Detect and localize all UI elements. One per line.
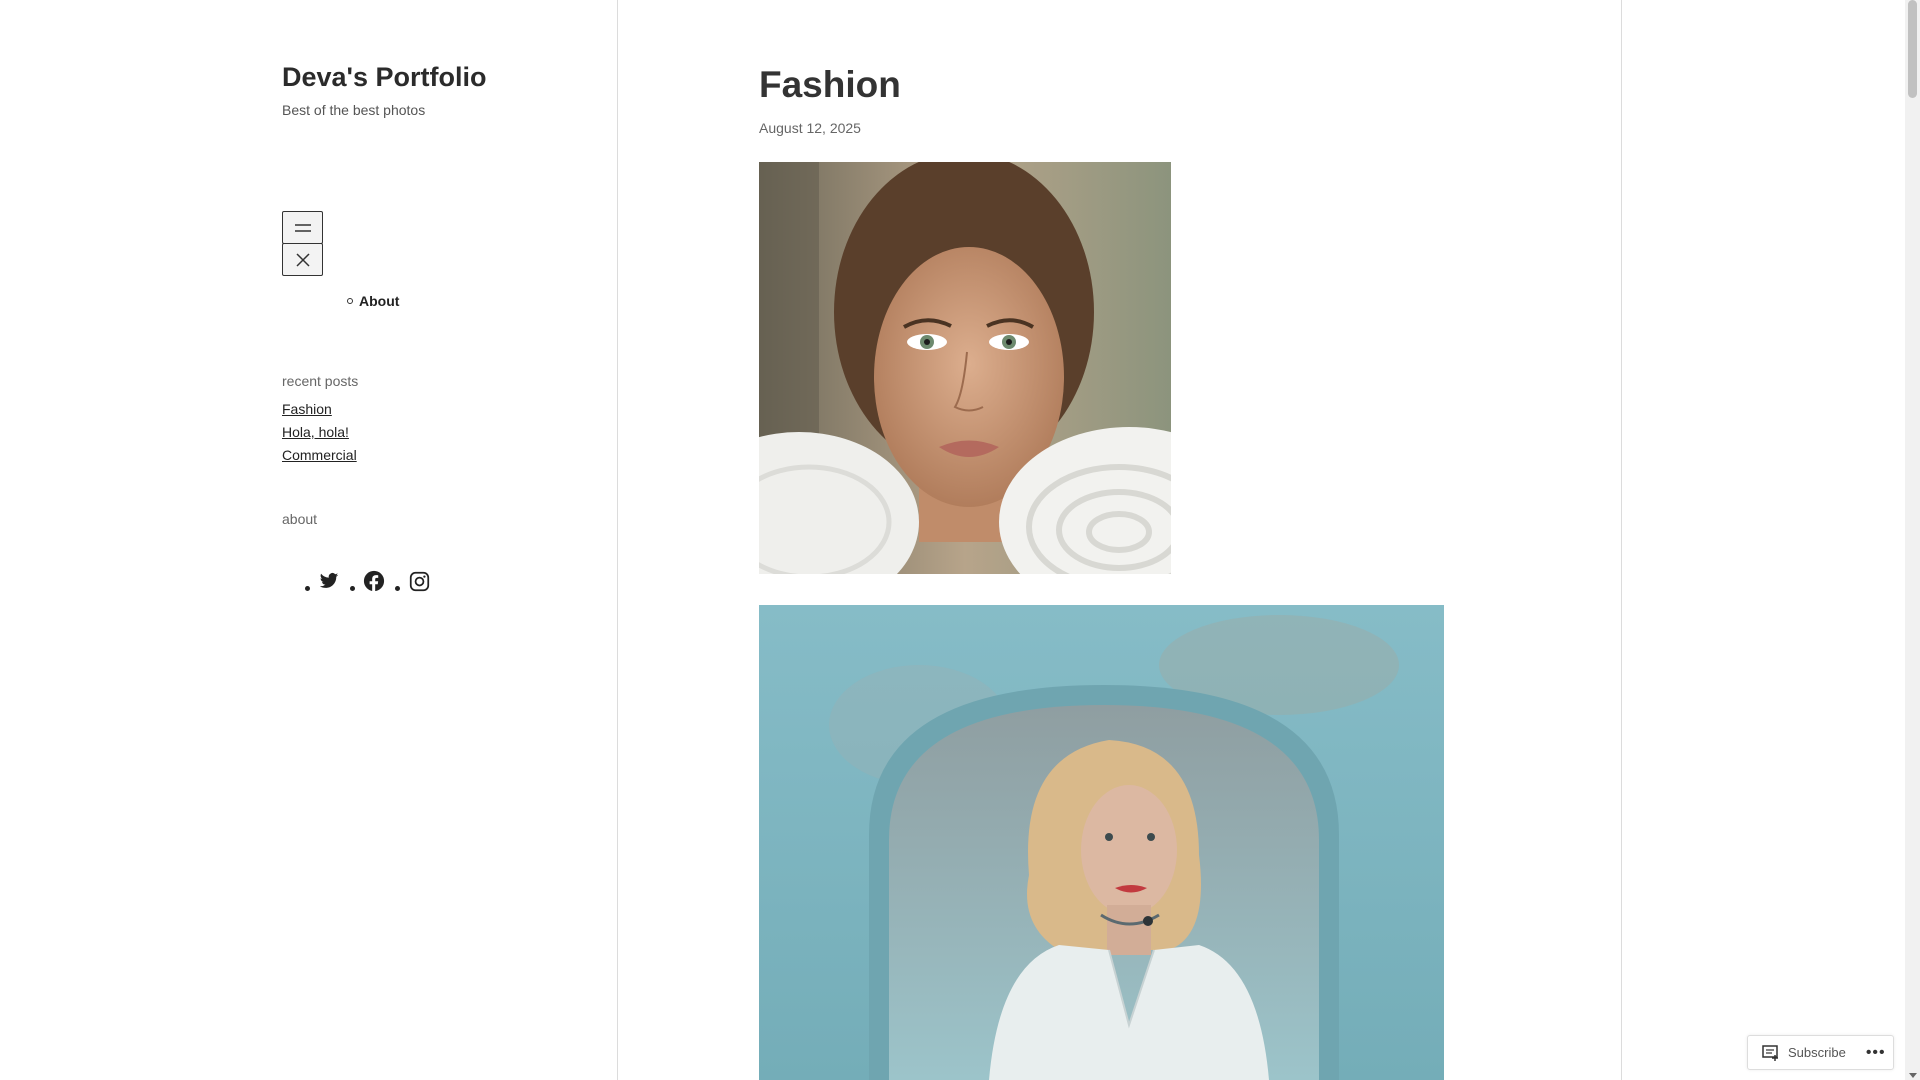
list-item: Fashion (282, 399, 357, 422)
post-title: Fashion (759, 64, 901, 105)
hamburger-menu-icon (294, 223, 311, 232)
instagram-icon (409, 571, 429, 591)
site-title[interactable]: Deva's Portfolio (282, 62, 486, 93)
list-item: Hola, hola! (282, 422, 357, 445)
recent-post-link-hola[interactable]: Hola, hola! (282, 424, 349, 440)
facebook-icon (363, 570, 385, 592)
post-date: August 12, 2025 (759, 120, 861, 136)
facebook-link[interactable] (363, 570, 385, 592)
menu-close-button[interactable] (282, 243, 323, 276)
twitter-icon (319, 573, 339, 588)
subscribe-label: Subscribe (1788, 1045, 1846, 1060)
close-icon (295, 252, 310, 267)
sidebar-divider (617, 0, 618, 1080)
nav-item-about: About (347, 293, 399, 309)
post-image-portrait (759, 162, 1171, 574)
content-divider (1621, 0, 1622, 1080)
recent-post-link-fashion[interactable]: Fashion (282, 401, 332, 417)
nav-link-about[interactable]: About (359, 293, 399, 309)
list-bullet (350, 585, 355, 591)
social-links (305, 570, 440, 592)
about-heading: about (282, 511, 318, 527)
instagram-link[interactable] (408, 570, 430, 592)
scroll-down-arrow-icon[interactable] (1909, 1073, 1917, 1078)
recent-post-link-commercial[interactable]: Commercial (282, 447, 357, 463)
menu-open-button[interactable] (282, 211, 323, 244)
post-image-arch-portrait (759, 605, 1444, 1080)
scrollbar[interactable] (1905, 0, 1920, 1080)
list-bullet (347, 298, 353, 304)
scrollbar-thumb[interactable] (1908, 0, 1917, 98)
list-item: Commercial (282, 445, 357, 468)
twitter-link[interactable] (318, 570, 340, 592)
subscribe-button[interactable]: Subscribe ••• (1747, 1035, 1894, 1070)
page: Deva's Portfolio Best of the best photos… (0, 0, 1920, 1080)
reader-icon (1762, 1044, 1778, 1061)
recent-posts-list: Fashion Hola, hola! Commercial (282, 399, 357, 468)
recent-posts-heading: recent posts (282, 373, 359, 389)
list-bullet (305, 585, 310, 591)
site-tagline: Best of the best photos (282, 102, 426, 118)
primary-nav: About (347, 293, 399, 309)
more-options-icon[interactable]: ••• (1866, 1044, 1886, 1062)
list-bullet (395, 585, 400, 591)
